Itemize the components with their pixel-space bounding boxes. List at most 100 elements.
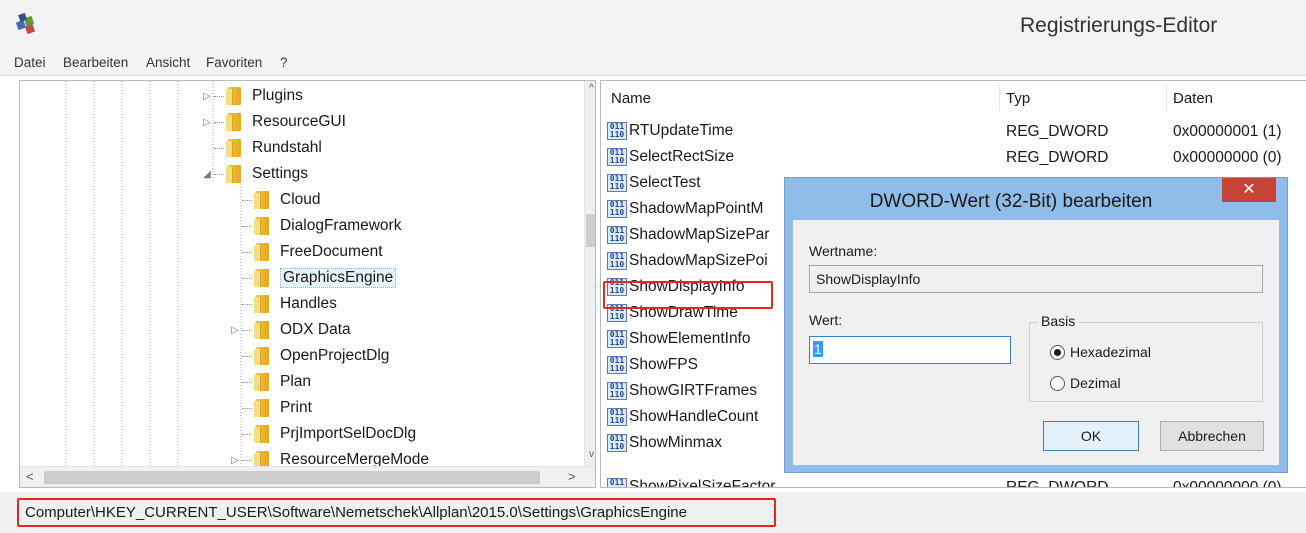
- tree-item-odx-data[interactable]: ▷ ODX Data: [228, 317, 351, 343]
- value-name: ShadowMapSizePoi: [629, 252, 768, 269]
- value-data: 0x00000001 (1): [1173, 123, 1282, 140]
- radio-dec-label: Dezimal: [1070, 375, 1121, 391]
- value-row[interactable]: 011 110 SelectRectSize REG_DWORD 0x0000000…: [601, 145, 1306, 171]
- reg-dword-icon: 011110: [607, 478, 627, 487]
- expand-arrow-icon[interactable]: ▷: [200, 91, 214, 102]
- menu-ansicht[interactable]: Ansicht: [146, 55, 190, 70]
- radio-selected-icon[interactable]: [1050, 344, 1065, 360]
- reg-dword-icon: 011110: [607, 148, 627, 166]
- value-row[interactable]: 011110ShowPixelSizeFactor REG_DWORD 0x00…: [601, 475, 1306, 488]
- cancel-button[interactable]: Abbrechen: [1160, 421, 1264, 451]
- scroll-down-icon[interactable]: v: [585, 449, 595, 460]
- menu-help[interactable]: ?: [280, 55, 288, 70]
- folder-icon: [254, 215, 272, 237]
- tree-item-rundstahl[interactable]: Rundstahl: [200, 135, 322, 161]
- folder-icon: [254, 319, 272, 341]
- column-header-data[interactable]: Daten: [1173, 90, 1213, 107]
- collapse-arrow-icon[interactable]: ◢: [200, 169, 214, 180]
- tree-vertical-scrollbar[interactable]: ^ v: [584, 81, 595, 466]
- dword-edit-dialog: DWORD-Wert (32-Bit) bearbeiten ✕ Wertnam…: [784, 177, 1288, 473]
- highlight-registry-path: [17, 498, 776, 527]
- folder-icon: [254, 345, 272, 367]
- base-groupbox: Basis Hexadezimal Dezimal: [1029, 313, 1263, 402]
- tree-item-label: Print: [280, 399, 312, 416]
- tree-item-cloud[interactable]: Cloud: [228, 187, 321, 213]
- tree-item-plan[interactable]: Plan: [228, 369, 311, 395]
- tree-item-label: ResourceGUI: [252, 113, 346, 130]
- folder-icon: [254, 241, 272, 263]
- close-icon[interactable]: ✕: [1222, 178, 1276, 202]
- radio-decimal[interactable]: Dezimal: [1050, 375, 1121, 391]
- reg-dword-icon: 011110: [607, 408, 627, 426]
- expand-arrow-icon[interactable]: ▷: [200, 117, 214, 128]
- folder-icon: [254, 397, 272, 419]
- reg-dword-icon: 011110: [607, 382, 627, 400]
- scroll-right-icon[interactable]: >: [568, 469, 576, 484]
- tree-item-freedocument[interactable]: FreeDocument: [228, 239, 383, 265]
- column-header-type[interactable]: Typ: [1006, 90, 1030, 107]
- value-type: REG_DWORD: [1006, 479, 1109, 488]
- tree-item-label: Cloud: [280, 191, 321, 208]
- value-name-field[interactable]: ShowDisplayInfo: [809, 265, 1263, 293]
- folder-icon: [254, 371, 272, 393]
- column-header-name[interactable]: Name: [611, 90, 651, 107]
- scroll-left-icon[interactable]: <: [26, 469, 34, 484]
- value-name: ShowHandleCount: [629, 408, 759, 425]
- tree-item-label: Plan: [280, 373, 312, 390]
- expand-arrow-icon[interactable]: ▷: [228, 325, 242, 336]
- radio-hex-label: Hexadezimal: [1070, 344, 1151, 360]
- title-bar: Registrierungs-Editor: [0, 0, 1306, 50]
- tree-item-handles[interactable]: Handles: [228, 291, 337, 317]
- horizontal-scroll-thumb[interactable]: [44, 471, 540, 484]
- reg-dword-icon: 011110: [607, 252, 627, 270]
- dialog-body: Wertname: ShowDisplayInfo Wert: 1 Basis …: [793, 220, 1279, 465]
- ok-button[interactable]: OK: [1043, 421, 1139, 451]
- tree-item-plugins[interactable]: ▷ Plugins: [200, 83, 303, 109]
- tree-item-graphicsengine[interactable]: GraphicsEngine: [228, 265, 397, 291]
- value-name: SelectRectSize: [629, 148, 735, 165]
- tree-item-dialogframework[interactable]: DialogFramework: [228, 213, 401, 239]
- menu-favoriten[interactable]: Favoriten: [206, 55, 262, 70]
- tree-item-settings[interactable]: ◢ Settings: [200, 161, 308, 187]
- tree-item-label: FreeDocument: [280, 243, 383, 260]
- reg-dword-icon: 011110: [607, 434, 627, 452]
- registry-tree[interactable]: ▷ Plugins ▷ ResourceGUI Rundstahl ◢ Sett…: [19, 80, 596, 488]
- scroll-up-icon[interactable]: ^: [585, 83, 595, 94]
- tree-item-print[interactable]: Print: [228, 395, 312, 421]
- value-data-text: 1: [813, 341, 823, 357]
- value-data-label: Wert:: [809, 312, 843, 328]
- tree-item-label: Handles: [280, 295, 337, 312]
- reg-dword-icon: 011110: [607, 226, 627, 244]
- value-data: 0x00000000 (0): [1173, 149, 1282, 166]
- folder-icon: [226, 163, 244, 185]
- tree-item-resourcegui[interactable]: ▷ ResourceGUI: [200, 109, 346, 135]
- expand-arrow-icon[interactable]: ▷: [228, 455, 242, 466]
- menu-bearbeiten[interactable]: Bearbeiten: [63, 55, 128, 70]
- reg-dword-icon: 011110: [607, 356, 627, 374]
- value-name: ShadowMapPointM: [629, 200, 764, 217]
- menu-datei[interactable]: Datei: [14, 55, 46, 70]
- radio-unselected-icon[interactable]: [1050, 375, 1065, 391]
- radio-hexadecimal[interactable]: Hexadezimal: [1050, 344, 1151, 360]
- value-name: ShadowMapSizePar: [629, 226, 770, 243]
- tree-item-prjimportseldocdlg[interactable]: PrjImportSelDocDlg: [228, 421, 416, 447]
- folder-icon: [226, 85, 244, 107]
- value-data: 0x00000000 (0): [1173, 479, 1282, 488]
- tree-item-label: Settings: [252, 165, 309, 182]
- folder-icon: [226, 137, 244, 159]
- vertical-scroll-thumb[interactable]: [586, 214, 595, 247]
- tree-item-label: ODX Data: [280, 321, 351, 338]
- tree-item-label: OpenProjectDlg: [280, 347, 390, 364]
- tree-item-openprojectdlg[interactable]: OpenProjectDlg: [228, 343, 389, 369]
- reg-dword-icon: 011110: [607, 330, 627, 348]
- base-label: Basis: [1038, 313, 1079, 329]
- tree-item-label: PrjImportSelDocDlg: [280, 425, 417, 442]
- folder-icon: [254, 423, 272, 445]
- value-data-input[interactable]: 1: [809, 336, 1011, 364]
- value-row[interactable]: 011 110 RTUpdateTime REG_DWORD 0x00000001 …: [601, 119, 1306, 145]
- tree-horizontal-scrollbar[interactable]: < >: [20, 466, 595, 487]
- value-name: ShowElementInfo: [629, 330, 751, 347]
- value-name: ShowFPS: [629, 356, 698, 373]
- value-name: SelectTest: [629, 174, 701, 191]
- reg-dword-icon: 011110: [607, 174, 627, 192]
